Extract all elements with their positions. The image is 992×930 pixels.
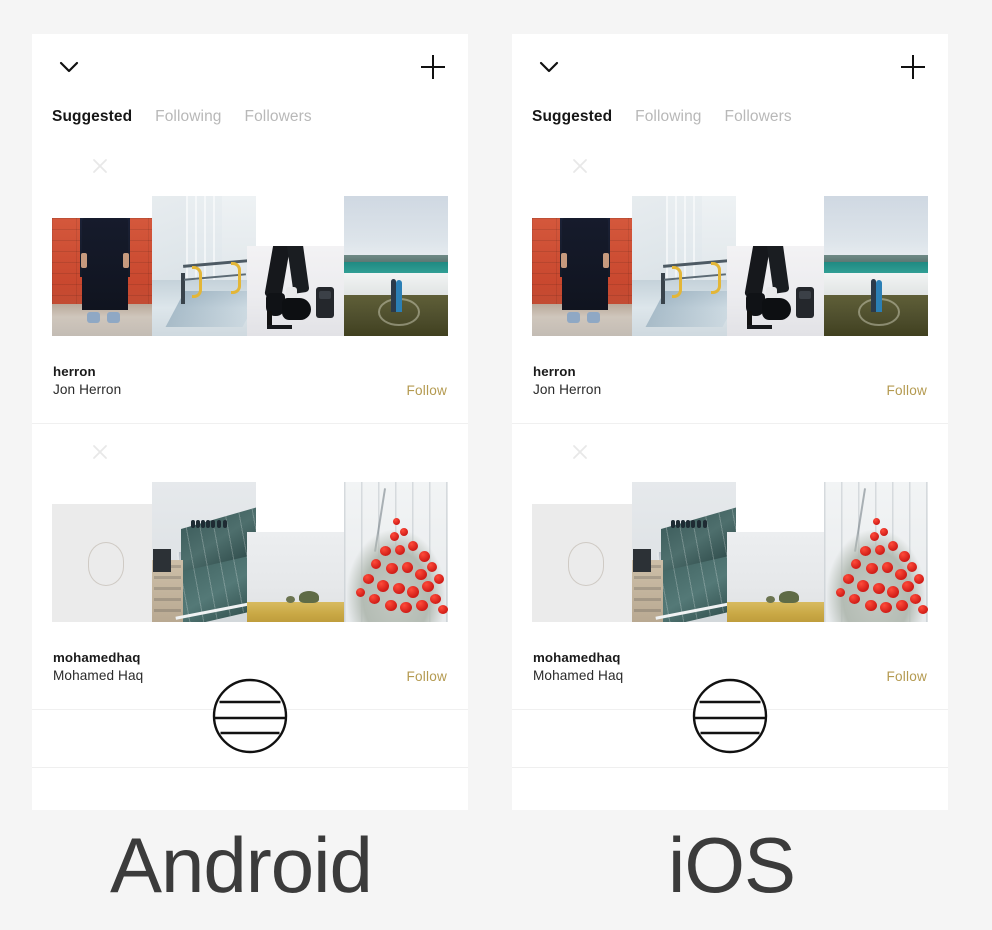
- chevron-down-icon[interactable]: [54, 56, 84, 78]
- app-top-bar: [512, 34, 948, 96]
- list-bottom-divider: [32, 767, 468, 768]
- suggestion-handle[interactable]: herron: [53, 363, 447, 381]
- plus-icon[interactable]: [898, 52, 928, 82]
- follow-button[interactable]: Follow: [887, 669, 927, 684]
- tab-followers[interactable]: Followers: [245, 109, 312, 125]
- comparison-stage: Suggested Following Followers herron Jon…: [0, 0, 992, 930]
- tab-following[interactable]: Following: [635, 109, 701, 125]
- photo-black-shoes-studio[interactable]: [247, 246, 345, 336]
- photo-industrial-ramp[interactable]: [632, 196, 736, 336]
- photo-strip: [32, 196, 468, 356]
- photo-placeholder-empty[interactable]: [52, 504, 158, 622]
- suggestion-fullname: Jon Herron: [53, 381, 122, 397]
- caption-android: Android: [110, 821, 373, 909]
- caption-ios: iOS: [668, 821, 796, 909]
- suggestion-fullname: Jon Herron: [533, 381, 602, 397]
- globe-icon[interactable]: [212, 678, 288, 754]
- photo-strip: [512, 482, 948, 642]
- photo-pale-field-horizon[interactable]: [727, 532, 825, 622]
- suggestion-handle[interactable]: mohamedhaq: [533, 649, 927, 667]
- suggestion-cell: mohamedhaq Mohamed Haq Follow: [512, 424, 948, 710]
- tab-bar: Suggested Following Followers: [32, 96, 468, 138]
- photo-person-red-brick-wall[interactable]: [532, 218, 638, 336]
- list-bottom-divider: [512, 767, 948, 768]
- photo-beach-couple[interactable]: [344, 196, 448, 336]
- photo-industrial-ramp[interactable]: [152, 196, 256, 336]
- photo-red-flowers-siding[interactable]: [824, 482, 928, 622]
- plus-icon[interactable]: [418, 52, 448, 82]
- suggestion-cell: mohamedhaq Mohamed Haq Follow: [32, 424, 468, 710]
- photo-glass-rooftop-building[interactable]: [152, 482, 256, 622]
- chevron-down-icon[interactable]: [534, 56, 564, 78]
- photo-strip: [32, 482, 468, 642]
- globe-icon[interactable]: [692, 678, 768, 754]
- follow-button[interactable]: Follow: [887, 383, 927, 398]
- suggestion-cell: herron Jon Herron Follow: [512, 138, 948, 424]
- suggestion-handle[interactable]: herron: [533, 363, 927, 381]
- suggestion-handle[interactable]: mohamedhaq: [53, 649, 447, 667]
- suggestion-cell: herron Jon Herron Follow: [32, 138, 468, 424]
- photo-strip: [512, 196, 948, 356]
- photo-beach-couple[interactable]: [824, 196, 928, 336]
- close-icon[interactable]: [89, 441, 111, 463]
- close-icon[interactable]: [89, 155, 111, 177]
- photo-pale-field-horizon[interactable]: [247, 532, 345, 622]
- tab-bar: Suggested Following Followers: [512, 96, 948, 138]
- close-icon[interactable]: [569, 155, 591, 177]
- follow-button[interactable]: Follow: [407, 383, 447, 398]
- photo-glass-rooftop-building[interactable]: [632, 482, 736, 622]
- tab-suggested[interactable]: Suggested: [532, 109, 612, 125]
- suggestion-name-row: herron Jon Herron Follow: [533, 363, 927, 409]
- app-top-bar: [32, 34, 468, 96]
- tab-followers[interactable]: Followers: [725, 109, 792, 125]
- tab-following[interactable]: Following: [155, 109, 221, 125]
- follow-button[interactable]: Follow: [407, 669, 447, 684]
- photo-person-red-brick-wall[interactable]: [52, 218, 158, 336]
- photo-black-shoes-studio[interactable]: [727, 246, 825, 336]
- tab-suggested[interactable]: Suggested: [52, 109, 132, 125]
- suggestion-name-row: herron Jon Herron Follow: [53, 363, 447, 409]
- photo-red-flowers-siding[interactable]: [344, 482, 448, 622]
- close-icon[interactable]: [569, 441, 591, 463]
- photo-placeholder-empty[interactable]: [532, 504, 638, 622]
